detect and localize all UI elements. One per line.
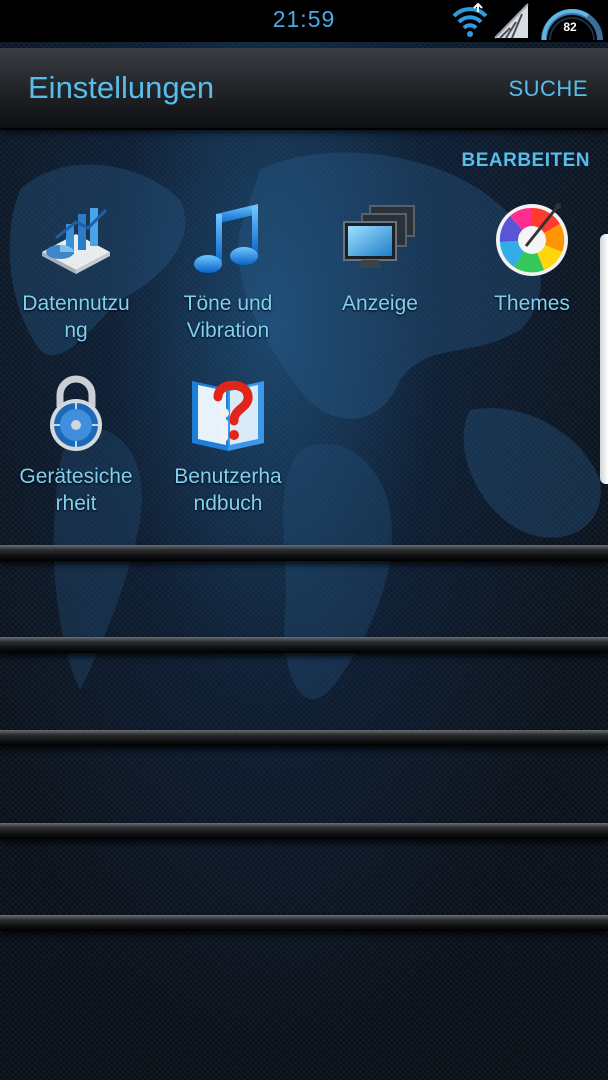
- tile-label-line2: ng: [64, 319, 88, 342]
- tile-themes[interactable]: Themes: [456, 200, 608, 317]
- wifi-icon: [452, 2, 488, 37]
- display-monitors-icon: [343, 205, 415, 268]
- tile-display[interactable]: Anzeige: [304, 200, 456, 317]
- tile-label-line2: ndbuch: [193, 492, 263, 515]
- shelf-divider: [0, 637, 608, 653]
- tile-user-manual[interactable]: Benutzerha ndbuch: [152, 373, 304, 517]
- battery-level: 82: [563, 20, 577, 34]
- shelf-divider: [0, 545, 608, 561]
- edit-button[interactable]: BEARBEITEN: [461, 150, 590, 172]
- tile-label-line1: Themes: [494, 292, 570, 315]
- shelf-divider: [0, 730, 608, 746]
- status-bar: 21:59 82: [0, 0, 608, 42]
- page-title: Einstellungen: [28, 70, 215, 105]
- tile-label-line1: Datennutzu: [22, 292, 130, 315]
- tile-device-security[interactable]: Gerätesiche rheit: [0, 373, 152, 517]
- help-book-icon: [192, 380, 264, 451]
- tile-label-line2: Vibration: [186, 319, 270, 342]
- tile-label-line1: Töne und: [183, 292, 273, 315]
- side-panel-handle[interactable]: [600, 234, 608, 484]
- signal-icon: [494, 3, 529, 39]
- tile-sound-vibration[interactable]: Töne und Vibration: [152, 200, 304, 344]
- padlock-icon: [50, 375, 102, 451]
- tile-data-usage[interactable]: Datennutzu ng: [0, 200, 152, 344]
- search-button[interactable]: SUCHE: [508, 76, 588, 102]
- color-wheel-icon: [496, 203, 568, 276]
- music-note-icon: [194, 204, 258, 273]
- tile-label-line2: rheit: [55, 492, 97, 515]
- action-bar: Einstellungen SUCHE: [0, 48, 608, 130]
- data-usage-icon: [42, 208, 110, 274]
- tile-label-line1: Anzeige: [342, 292, 418, 315]
- shelf-divider: [0, 915, 608, 931]
- tile-label-line1: Gerätesiche: [19, 465, 133, 488]
- tile-label-line1: Benutzerha: [174, 465, 282, 488]
- shelf-divider: [0, 823, 608, 839]
